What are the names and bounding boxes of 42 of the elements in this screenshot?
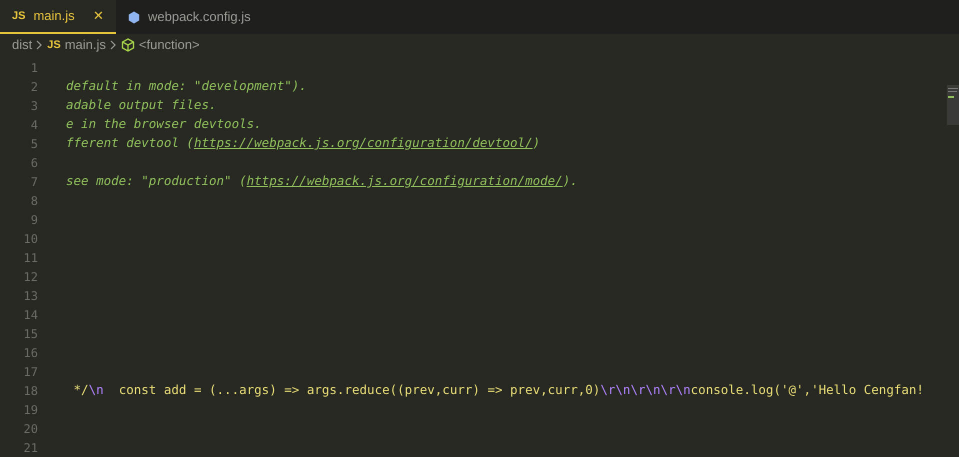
editor-tab[interactable]: webpack.config.js — [116, 0, 263, 34]
line-number: 5 — [30, 136, 38, 152]
line-number: 16 — [22, 344, 38, 362]
breadcrumb-item[interactable]: dist — [12, 35, 32, 55]
line-number: 10 — [22, 230, 38, 248]
line-number: 11 — [22, 250, 38, 266]
line-number: 7 — [30, 174, 38, 190]
breadcrumb-item[interactable]: main.js — [64, 35, 106, 55]
line-number: 9 — [30, 212, 38, 228]
line-number: 1 — [30, 60, 38, 76]
line-number: 2 — [30, 78, 38, 96]
js-file-icon: JS — [12, 8, 26, 24]
cube-icon — [120, 38, 135, 52]
code-line: e in the browser devtools. — [66, 115, 262, 134]
editor-tab[interactable]: JS main.js ✕ — [0, 0, 116, 34]
js-file-icon: JS — [47, 36, 61, 54]
chevron-icon — [110, 40, 117, 50]
code-line: adable output files. — [66, 96, 217, 114]
code-line: */\n const add = (...args) => args.reduce((prev,curr) => prev,curr,0)\r\n\r\n\r\nconsole.log('@','Hello Cengfan! — [72, 381, 924, 400]
line-number: 3 — [30, 98, 38, 114]
hexagon-icon — [128, 10, 140, 24]
tab-label: main.js — [33, 7, 75, 26]
line-number: 20 — [22, 420, 38, 438]
minimap-drawing — [947, 85, 959, 125]
code-line: see mode: "production" (https://webpack.js.org/configuration/mode/). — [66, 172, 578, 190]
tab-label: webpack.config.js — [148, 8, 251, 26]
close-icon[interactable]: ✕ — [93, 6, 104, 26]
line-number: 17 — [22, 364, 38, 380]
code-line: default in mode: "development"). — [66, 77, 307, 96]
line-number: 13 — [22, 288, 38, 304]
line-number: 4 — [30, 116, 38, 134]
line-number: 12 — [22, 268, 38, 286]
line-number: 8 — [30, 192, 38, 210]
line-number: 15 — [22, 326, 38, 342]
line-number: 21 — [22, 440, 38, 456]
line-number: 14 — [22, 306, 38, 324]
chevron-icon — [36, 40, 44, 50]
breadcrumb-item[interactable]: <function> — [138, 35, 200, 55]
line-number: 19 — [22, 402, 38, 418]
line-number: 6 — [30, 154, 38, 172]
line-number: 18 — [22, 382, 38, 400]
code-line: fferent devtool (https://webpack.js.org/configuration/devtool/) — [66, 134, 540, 152]
